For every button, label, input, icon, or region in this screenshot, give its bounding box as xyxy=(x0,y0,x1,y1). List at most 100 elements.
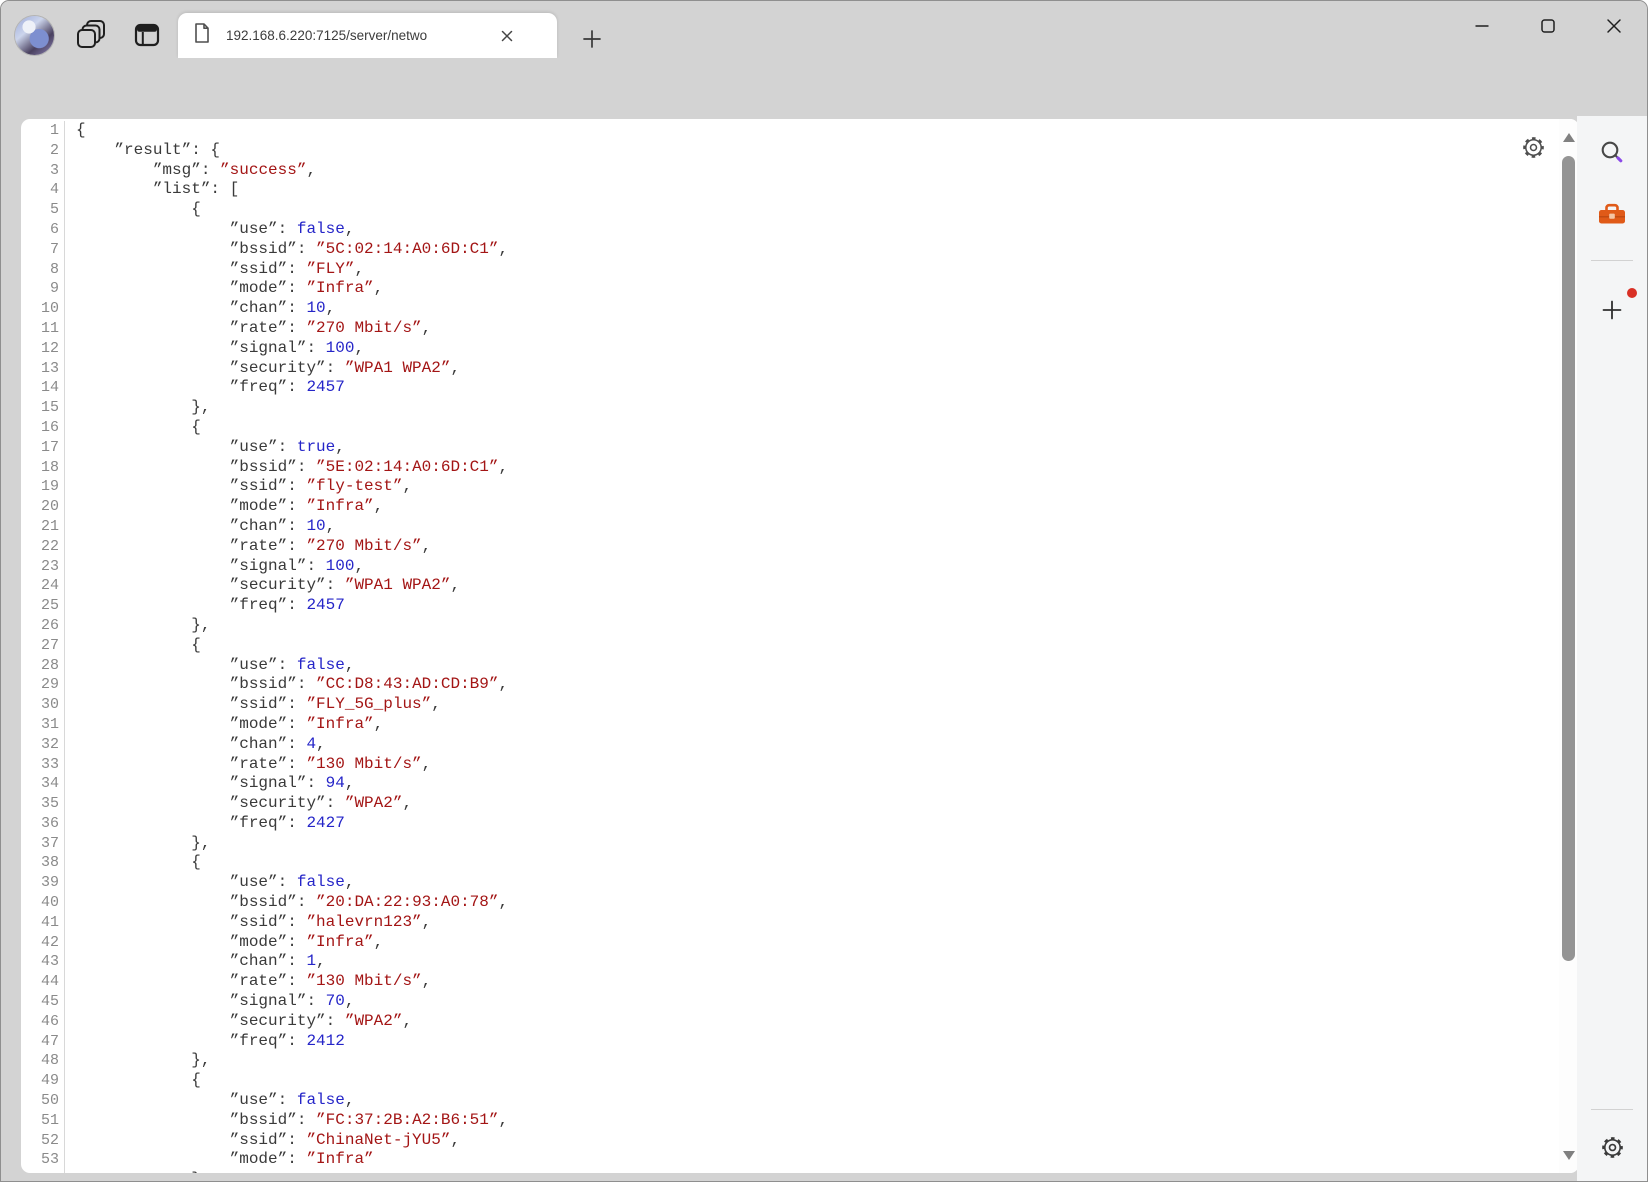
line-number: 54 xyxy=(21,1170,59,1173)
line-number: 40 xyxy=(21,893,59,913)
json-line: 38 { xyxy=(21,853,1559,873)
json-line: 53 ”mode”: ”Infra” xyxy=(21,1150,1559,1170)
tab-actions-icon xyxy=(132,21,162,54)
line-number: 25 xyxy=(21,596,59,616)
line-number: 26 xyxy=(21,616,59,636)
tab-close-button[interactable] xyxy=(494,23,520,49)
scroll-down-arrow[interactable] xyxy=(1563,1151,1575,1160)
active-tab[interactable]: 192.168.6.220:7125/server/netwo xyxy=(178,13,557,58)
line-number: 39 xyxy=(21,873,59,893)
sidebar-add-button[interactable] xyxy=(1594,292,1630,328)
line-content: ”freq”: 2457 xyxy=(64,596,345,616)
scrollbar-thumb[interactable] xyxy=(1562,156,1575,961)
json-line: 46 ”security”: ”WPA2”, xyxy=(21,1012,1559,1032)
workspaces-button[interactable] xyxy=(73,21,109,53)
line-number: 30 xyxy=(21,695,59,715)
line-content: } xyxy=(64,1170,201,1173)
json-line: 14 ”freq”: 2457 xyxy=(21,378,1559,398)
json-line: 5 { xyxy=(21,200,1559,220)
line-number: 48 xyxy=(21,1051,59,1071)
sidebar-search-button[interactable] xyxy=(1594,135,1630,171)
close-window-button[interactable] xyxy=(1581,1,1647,51)
maximize-icon xyxy=(1539,17,1557,35)
json-line: 3 ”msg”: ”success”, xyxy=(21,161,1559,181)
tab-actions-button[interactable] xyxy=(129,21,165,53)
line-content: ”ssid”: ”FLY_5G_plus”, xyxy=(64,695,441,715)
line-content: ”bssid”: ”FC:37:2B:A2:B6:51”, xyxy=(64,1111,508,1131)
line-content: ”result”: { xyxy=(64,141,220,161)
line-content: ”use”: false, xyxy=(64,1091,354,1111)
line-content: ”msg”: ”success”, xyxy=(64,161,316,181)
line-content: ”chan”: 1, xyxy=(64,952,326,972)
line-number: 1 xyxy=(21,121,59,141)
line-number: 17 xyxy=(21,438,59,458)
vertical-scrollbar[interactable] xyxy=(1559,119,1579,1173)
json-line: 8 ”ssid”: ”FLY”, xyxy=(21,260,1559,280)
profile-avatar[interactable] xyxy=(15,16,54,55)
line-content: ”security”: ”WPA2”, xyxy=(64,1012,412,1032)
json-line: 37 }, xyxy=(21,834,1559,854)
line-content: ”signal”: 100, xyxy=(64,557,364,577)
json-line: 17 ”use”: true, xyxy=(21,438,1559,458)
sidebar-divider-top xyxy=(1591,260,1633,261)
line-content: { xyxy=(64,121,86,141)
line-number: 33 xyxy=(21,755,59,775)
scroll-up-arrow[interactable] xyxy=(1563,133,1575,142)
json-line: 28 ”use”: false, xyxy=(21,656,1559,676)
json-line: 51 ”bssid”: ”FC:37:2B:A2:B6:51”, xyxy=(21,1111,1559,1131)
json-line: 54 } xyxy=(21,1170,1559,1173)
line-number: 4 xyxy=(21,180,59,200)
json-line: 52 ”ssid”: ”ChinaNet-jYU5”, xyxy=(21,1131,1559,1151)
minimize-icon xyxy=(1473,17,1491,35)
line-number: 12 xyxy=(21,339,59,359)
line-content: ”rate”: ”270 Mbit/s”, xyxy=(64,319,431,339)
line-number: 31 xyxy=(21,715,59,735)
line-content: ”use”: false, xyxy=(64,220,354,240)
line-number: 50 xyxy=(21,1091,59,1111)
line-number: 8 xyxy=(21,260,59,280)
line-content: ”bssid”: ”5E:02:14:A0:6D:C1”, xyxy=(64,458,508,478)
new-tab-button[interactable] xyxy=(575,23,609,55)
navigation-toolbar: 不安全 192.168.6.220:7125/server/network/wi… xyxy=(1,58,1647,116)
json-line: 22 ”rate”: ”270 Mbit/s”, xyxy=(21,537,1559,557)
line-content: ”chan”: 10, xyxy=(64,299,335,319)
line-number: 21 xyxy=(21,517,59,537)
line-content: ”rate”: ”270 Mbit/s”, xyxy=(64,537,431,557)
sidebar-tools-button[interactable] xyxy=(1594,196,1630,232)
json-line: 25 ”freq”: 2457 xyxy=(21,596,1559,616)
json-line: 2 ”result”: { xyxy=(21,141,1559,161)
line-content: { xyxy=(64,853,201,873)
sidebar-settings-button[interactable] xyxy=(1594,1129,1630,1165)
json-line: 41 ”ssid”: ”halevrn123”, xyxy=(21,913,1559,933)
line-content: ”mode”: ”Infra” xyxy=(64,1150,374,1170)
line-content: ”bssid”: ”20:DA:22:93:A0:78”, xyxy=(64,893,508,913)
json-line: 48 }, xyxy=(21,1051,1559,1071)
line-content: ”security”: ”WPA1 WPA2”, xyxy=(64,576,460,596)
line-content: ”signal”: 94, xyxy=(64,774,354,794)
line-content: ”ssid”: ”FLY”, xyxy=(64,260,364,280)
plus-icon xyxy=(580,27,604,51)
json-line: 1{ xyxy=(21,121,1559,141)
json-line: 16 { xyxy=(21,418,1559,438)
json-line: 39 ”use”: false, xyxy=(21,873,1559,893)
json-line: 20 ”mode”: ”Infra”, xyxy=(21,497,1559,517)
line-number: 22 xyxy=(21,537,59,557)
line-content: ”chan”: 4, xyxy=(64,735,326,755)
minimize-button[interactable] xyxy=(1449,1,1515,51)
line-number: 6 xyxy=(21,220,59,240)
line-content: ”freq”: 2457 xyxy=(64,378,345,398)
line-number: 3 xyxy=(21,161,59,181)
maximize-button[interactable] xyxy=(1515,1,1581,51)
json-line: 7 ”bssid”: ”5C:02:14:A0:6D:C1”, xyxy=(21,240,1559,260)
line-content: ”use”: false, xyxy=(64,656,354,676)
json-viewer-options-button[interactable] xyxy=(1517,131,1549,163)
line-number: 27 xyxy=(21,636,59,656)
line-content: }, xyxy=(64,1051,210,1071)
json-line: 34 ”signal”: 94, xyxy=(21,774,1559,794)
json-line: 21 ”chan”: 10, xyxy=(21,517,1559,537)
line-content: ”bssid”: ”CC:D8:43:AD:CD:B9”, xyxy=(64,675,508,695)
line-number: 23 xyxy=(21,557,59,577)
json-viewer-page: 1{2 ”result”: {3 ”msg”: ”success”,4 ”lis… xyxy=(21,119,1579,1173)
line-content: ”freq”: 2412 xyxy=(64,1032,345,1052)
line-number: 20 xyxy=(21,497,59,517)
